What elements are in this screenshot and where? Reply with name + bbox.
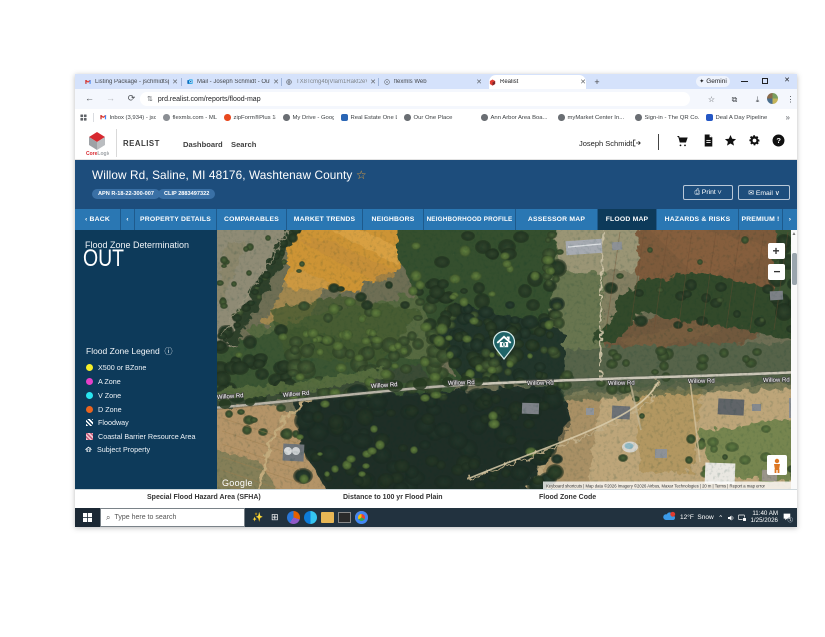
- svg-text:Willow Rd: Willow Rd: [448, 380, 475, 387]
- svg-text:Google: Google: [222, 478, 253, 488]
- svg-text:Willow Rd: Willow Rd: [688, 379, 715, 385]
- svg-text:?: ?: [776, 136, 781, 145]
- svg-text:Willow Rd: Willow Rd: [527, 381, 554, 387]
- svg-text:+: +: [773, 244, 780, 258]
- svg-text:CoreLogic: CoreLogic: [86, 151, 109, 156]
- svg-text:1: 1: [789, 518, 791, 522]
- svg-text:Willow Rd: Willow Rd: [763, 378, 790, 384]
- svg-text:−: −: [774, 265, 781, 279]
- svg-text:Keyboard shortcuts | Map data: Keyboard shortcuts | Map data ©2026 Imag…: [546, 484, 766, 489]
- svg-text:Willow Rd: Willow Rd: [608, 381, 635, 387]
